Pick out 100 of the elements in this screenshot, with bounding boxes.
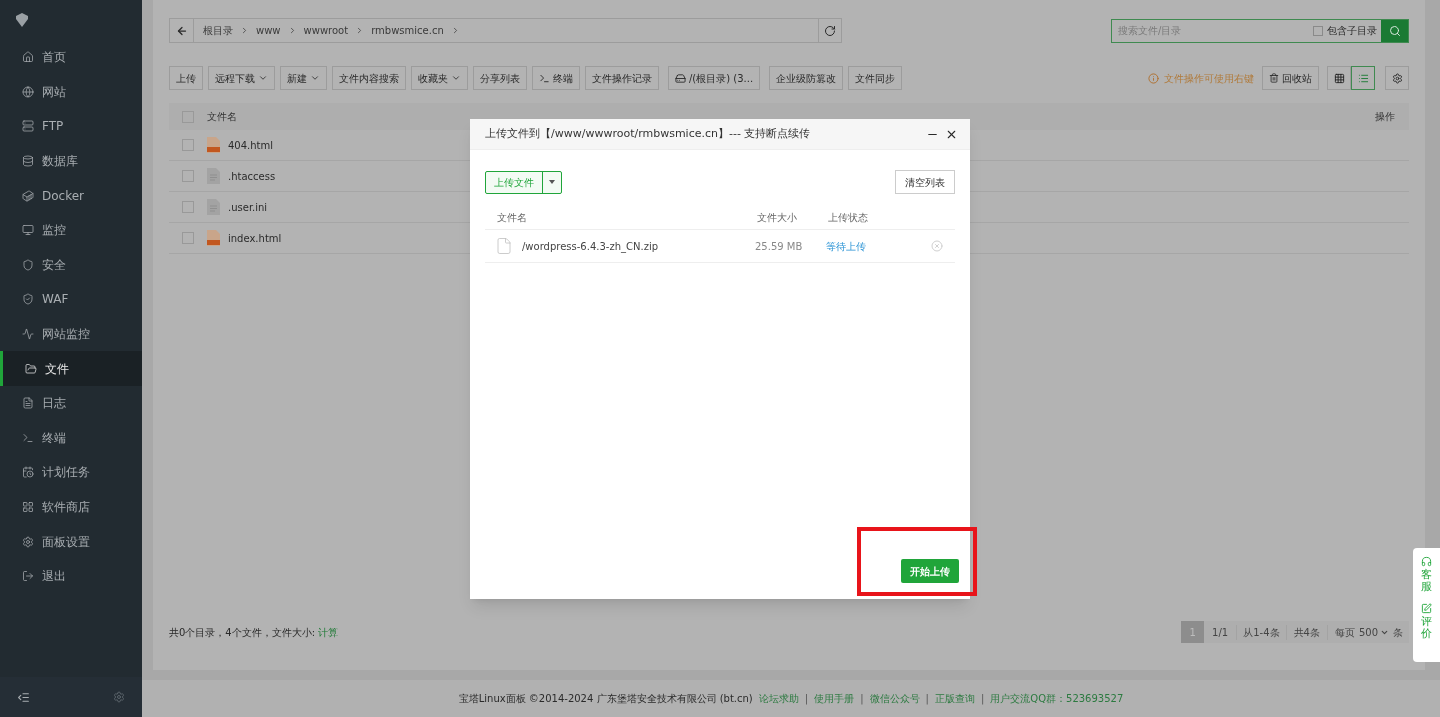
nav-icon xyxy=(22,258,34,271)
nav-icon xyxy=(25,362,37,375)
grid-icon xyxy=(1333,72,1345,84)
copyright-text: 宝塔Linux面板 ©2014-2024 广东堡塔安全技术有限公司 (bt.cn) xyxy=(458,692,753,706)
separator: | xyxy=(925,692,929,706)
nav-item[interactable]: WAF xyxy=(0,282,142,317)
nav-item[interactable]: 数据库 xyxy=(0,143,142,179)
page-count: 1/1 xyxy=(1211,625,1230,640)
summary-text: 共0个目录，4个文件，文件大小: xyxy=(169,625,316,640)
nav-icon xyxy=(22,293,34,306)
nav-icon xyxy=(22,155,34,168)
html-file-icon xyxy=(207,230,220,246)
toolbar-button[interactable]: 企业级防篡改 xyxy=(769,66,844,90)
toolbar-button[interactable]: 文件内容搜索 xyxy=(332,66,406,90)
separator: | xyxy=(980,692,985,706)
chevron-down-icon xyxy=(258,73,268,83)
clear-list-button[interactable]: 清空列表 xyxy=(895,170,955,194)
nav-item[interactable]: 退出 xyxy=(0,558,142,594)
nav-icon xyxy=(22,328,34,341)
nav-item[interactable]: 网站 xyxy=(0,74,142,110)
breadcrumb-link[interactable]: 根目录 xyxy=(203,23,233,38)
text-file-icon xyxy=(207,168,220,184)
chevron-icon xyxy=(240,26,249,35)
nav-icon xyxy=(22,570,34,583)
nav-item[interactable]: 文件 xyxy=(0,351,142,386)
file-icon xyxy=(495,237,513,255)
toolbar-button[interactable]: 远程下载 xyxy=(208,66,275,90)
collapse-menu-icon[interactable] xyxy=(17,690,30,704)
file-name[interactable]: .user.ini xyxy=(228,199,268,215)
back-arrow-icon[interactable] xyxy=(175,24,188,37)
column-header: 文件名 xyxy=(207,110,238,124)
per-page-label: 每页 xyxy=(1326,624,1355,640)
toolbar-button[interactable]: 分享列表 xyxy=(473,66,527,90)
nav-item[interactable]: 日志 xyxy=(0,385,142,421)
nav-item[interactable]: 软件商店 xyxy=(0,489,142,525)
nav-item[interactable]: 网站监控 xyxy=(0,316,142,352)
toolbar-button[interactable]: 上传 xyxy=(169,66,203,90)
row-checkbox[interactable] xyxy=(182,232,194,244)
edit-icon[interactable] xyxy=(1421,603,1432,615)
grid-view-button[interactable] xyxy=(1327,66,1351,90)
recycle-bin-button[interactable]: 回收站 xyxy=(1262,66,1319,90)
column-header: 上传状态 xyxy=(828,211,868,225)
toolbar-button[interactable]: 收藏夹 xyxy=(411,66,468,90)
upload-file-name: /wordpress-6.4.3-zh_CN.zip xyxy=(522,239,660,254)
text-file-icon xyxy=(207,199,220,215)
nav-icon xyxy=(22,535,34,548)
nav-icon xyxy=(22,397,34,410)
file-name[interactable]: 404.html xyxy=(228,137,274,153)
nav-item[interactable]: 终端 xyxy=(0,420,142,456)
row-checkbox[interactable] xyxy=(182,139,194,151)
per-page-select[interactable]: 500 xyxy=(1354,624,1393,640)
nav-icon xyxy=(22,120,34,133)
nav-icon xyxy=(22,501,34,513)
remove-icon[interactable] xyxy=(931,240,943,252)
nav-item[interactable]: 安全 xyxy=(0,247,142,283)
list-icon xyxy=(1357,72,1369,84)
upload-status: 等待上传 xyxy=(826,239,867,254)
column-header: 文件大小 xyxy=(757,211,798,225)
toolbar-button[interactable]: 终端 xyxy=(532,66,580,90)
unit-text: 条 xyxy=(1393,625,1404,640)
settings-icon[interactable] xyxy=(113,691,125,703)
toolbar-button[interactable]: 文件操作记录 xyxy=(585,66,659,90)
gear-icon xyxy=(1391,72,1403,84)
toolbar-button[interactable]: /(根目录) (3... xyxy=(668,66,761,90)
nav-item[interactable]: 首页 xyxy=(0,40,142,75)
refresh-icon[interactable] xyxy=(824,24,836,37)
info-icon xyxy=(1148,72,1159,84)
caret-icon xyxy=(549,180,555,184)
row-checkbox[interactable] xyxy=(182,170,194,182)
file-name[interactable]: .htaccess xyxy=(228,168,276,184)
range-text: 从1-4条 xyxy=(1236,624,1286,640)
settings-button[interactable] xyxy=(1385,66,1409,90)
column-header: 操作 xyxy=(1375,110,1396,124)
support-icon[interactable] xyxy=(1421,556,1432,567)
nav-item[interactable]: 计划任务 xyxy=(0,455,142,490)
nav-icon xyxy=(22,189,34,202)
nav-item[interactable]: 监控 xyxy=(0,212,142,248)
toolbar-button[interactable]: 文件同步 xyxy=(848,66,903,90)
terminal-icon xyxy=(539,72,550,84)
search-icon xyxy=(1388,24,1401,37)
nav-item[interactable]: 面板设置 xyxy=(0,524,142,559)
breadcrumb-link[interactable]: rmbwsmice.cn xyxy=(371,23,444,38)
nav-item[interactable]: Docker xyxy=(0,178,142,213)
chevron-down-icon xyxy=(451,73,461,83)
logo-icon xyxy=(14,12,30,28)
column-header: 文件名 xyxy=(496,211,528,225)
breadcrumb-link[interactable]: www xyxy=(256,23,281,38)
trash-icon xyxy=(1269,73,1279,83)
separator: | xyxy=(860,692,864,706)
dialog-title: 上传文件到【/www/wwwroot/rmbwsmice.cn】--- 支持断点续传 xyxy=(485,125,812,142)
breadcrumb-link[interactable]: wwwroot xyxy=(303,23,349,38)
row-checkbox[interactable] xyxy=(182,201,194,213)
toolbar-button[interactable]: 新建 xyxy=(280,66,327,90)
include-subdirs-checkbox[interactable] xyxy=(1313,25,1323,36)
file-name[interactable]: index.html xyxy=(228,230,282,246)
html-file-icon xyxy=(207,137,220,153)
search-button[interactable] xyxy=(1381,19,1408,42)
nav-item[interactable]: FTP xyxy=(0,109,142,144)
nav-icon xyxy=(22,85,34,98)
total-text: 共4条 xyxy=(1285,624,1327,640)
